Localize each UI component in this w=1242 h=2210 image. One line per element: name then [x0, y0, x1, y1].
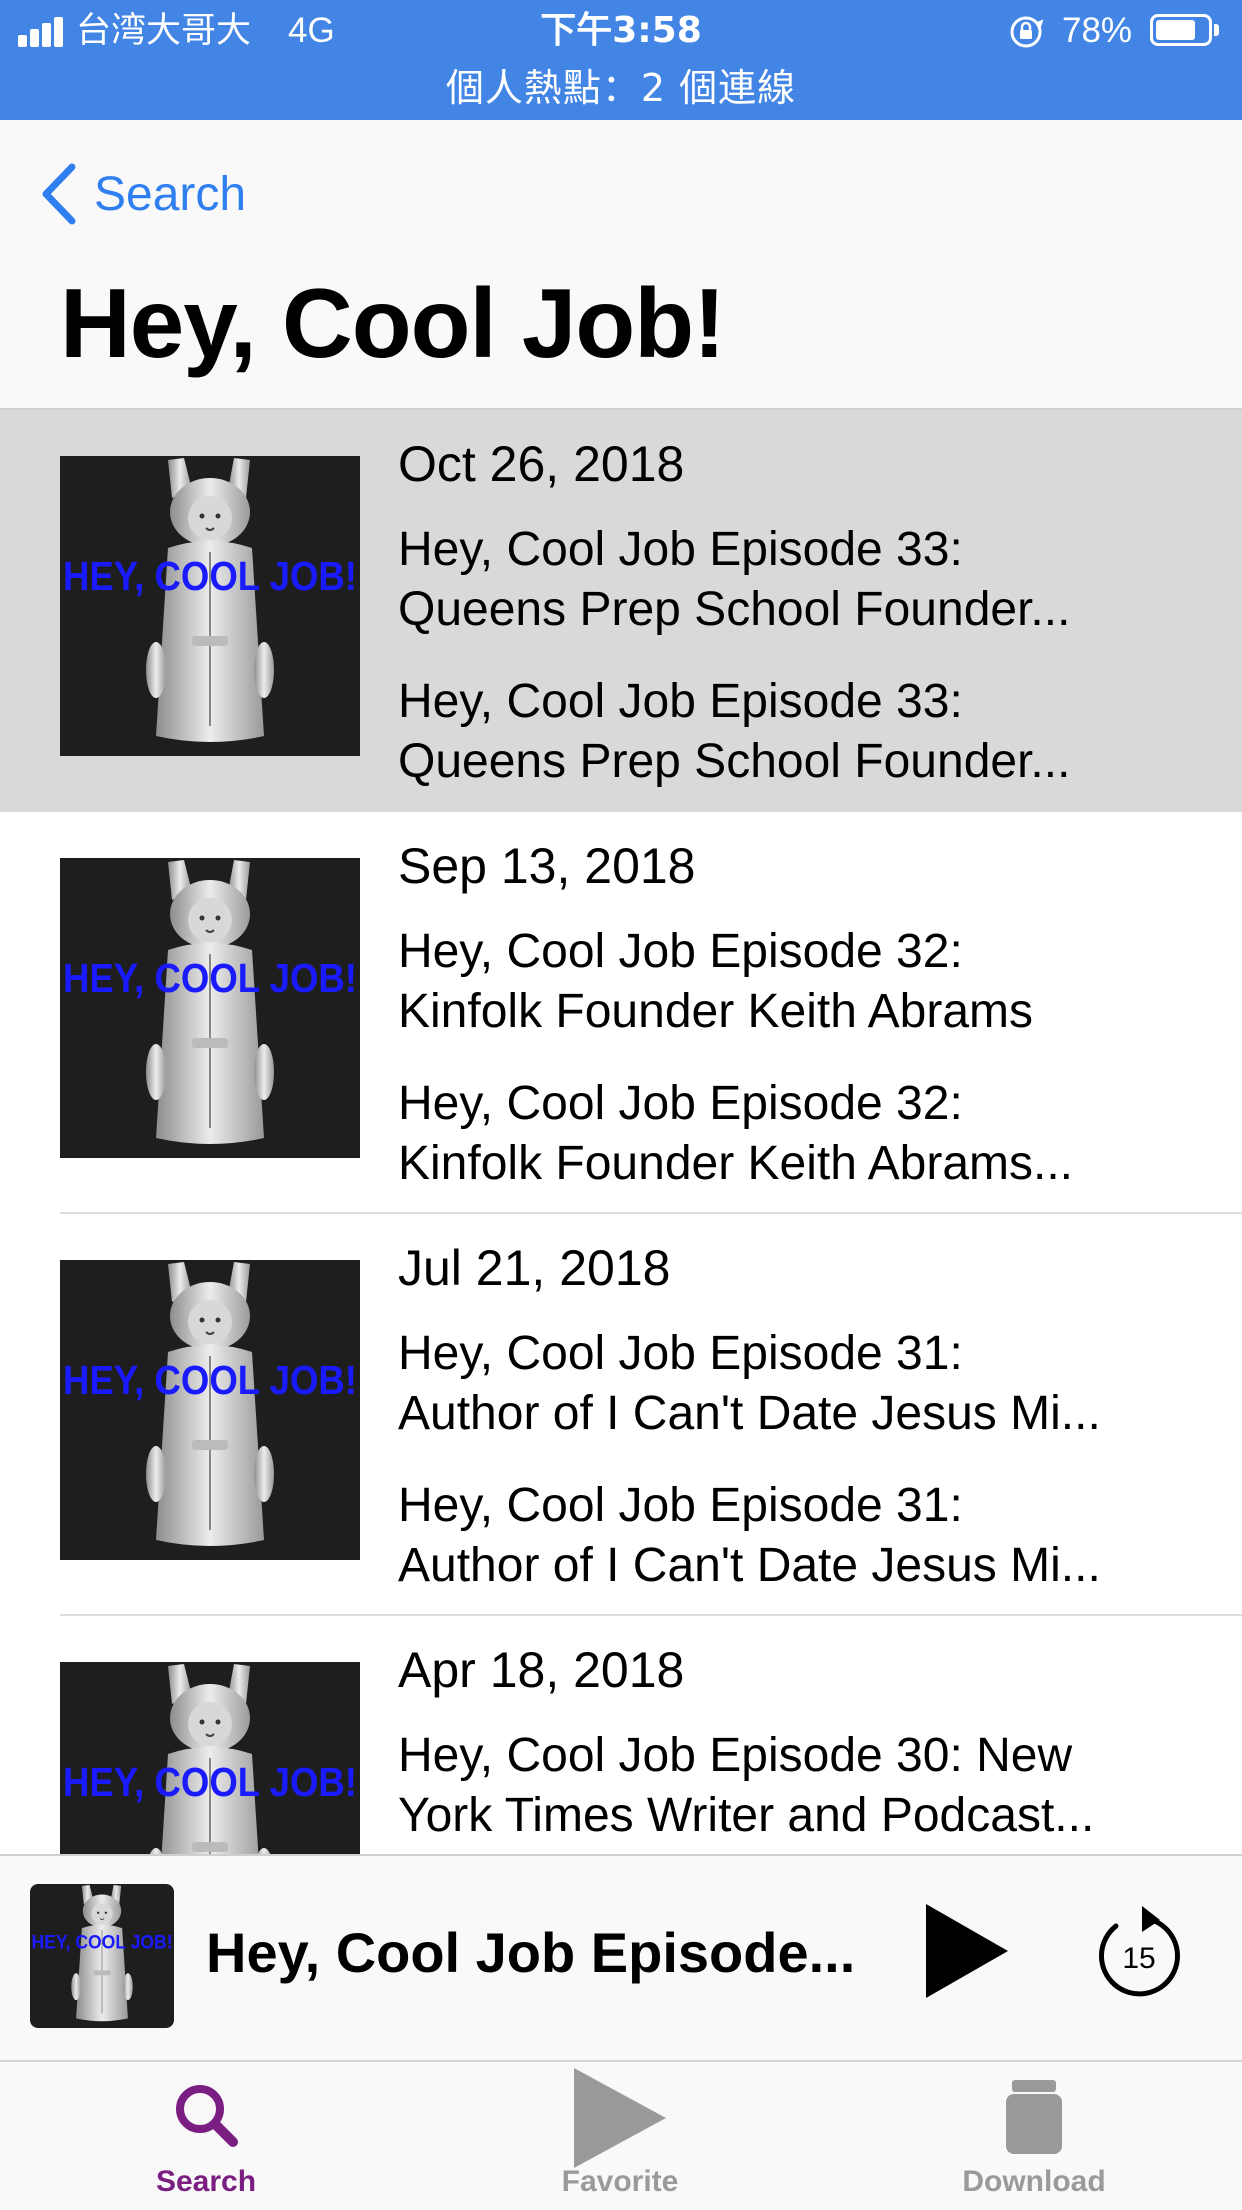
status-bar: 台湾大哥大 4G 下午3:58 78% 個人熱點：2 個連線 [0, 0, 1242, 120]
episode-artwork: HEY, COOL JOB! [60, 456, 360, 756]
status-time: 下午3:58 [540, 10, 702, 51]
episode-description-line: Hey, Cool Job Episode 31: [398, 1479, 963, 1532]
episode-artwork: HEY, COOL JOB! [60, 858, 360, 1158]
episode-artwork: HEY, COOL JOB! [60, 1260, 360, 1560]
episode-row[interactable]: HEY, COOL JOB! Oct 26, 2018 Hey, Cool Jo… [0, 410, 1242, 812]
episode-description-line: Hey, Cool Job Episode 33: [398, 675, 963, 728]
episode-row[interactable]: HEY, COOL JOB! Sep 13, 2018 Hey, Cool Jo… [0, 812, 1242, 1214]
episode-title-line: Author of I Can't Date Jesus Mi... [398, 1387, 1101, 1440]
svg-text:HEY, COOL JOB!: HEY, COOL JOB! [63, 1357, 357, 1403]
episode-row[interactable]: HEY, COOL JOB! Apr 18, 2018 Hey, Cool Jo… [0, 1616, 1242, 1854]
orientation-lock-icon [1010, 16, 1044, 48]
episode-title-line: Hey, Cool Job Episode 31: [398, 1327, 963, 1380]
mini-player-title[interactable]: Hey, Cool Job Episode... [206, 1918, 866, 1988]
episode-description: Hey, Cool Job Episode 31: Author of I Ca… [398, 1476, 1198, 1596]
tab-search[interactable]: Search [56, 2062, 356, 2210]
episode-title-line: Kinfolk Founder Keith Abrams [398, 985, 1033, 1038]
mini-player-artwork: HEY, COOL JOB! [30, 1884, 174, 2028]
episode-list[interactable]: HEY, COOL JOB! Oct 26, 2018 Hey, Cool Jo… [0, 410, 1242, 1854]
hotspot-banner[interactable]: 個人熱點：2 個連線 [0, 63, 1242, 113]
battery-icon [1150, 14, 1212, 46]
episode-description: Hey, Cool Job Episode 32: Kinfolk Founde… [398, 1074, 1198, 1194]
chevron-left-icon [42, 163, 76, 225]
episode-title-line: York Times Writer and Podcast... [398, 1789, 1095, 1842]
back-button-label: Search [94, 167, 247, 221]
episode-description: Hey, Cool Job Episode 33: Queens Prep Sc… [398, 672, 1198, 792]
episode-row[interactable]: HEY, COOL JOB! Jul 21, 2018 Hey, Cool Jo… [0, 1214, 1242, 1616]
episode-date: Oct 26, 2018 [398, 436, 685, 492]
battery-tip [1214, 24, 1219, 36]
navigation-bar: Search Hey, Cool Job! [0, 120, 1242, 410]
episode-date: Sep 13, 2018 [398, 838, 696, 894]
episode-title-line: Hey, Cool Job Episode 30: New [398, 1729, 1073, 1782]
episode-title: Hey, Cool Job Episode 31: Author of I Ca… [398, 1324, 1198, 1444]
episode-description-line: Hey, Cool Job Episode 32: [398, 1077, 963, 1130]
tab-download[interactable]: Download [884, 2062, 1184, 2210]
svg-text:HEY, COOL JOB!: HEY, COOL JOB! [63, 955, 357, 1001]
episode-description-line: Kinfolk Founder Keith Abrams... [398, 1137, 1073, 1190]
tab-download-label: Download [962, 2165, 1106, 2198]
mini-player[interactable]: HEY, COOL JOB! Hey, Cool Job Episode... … [0, 1854, 1242, 2062]
episode-title: Hey, Cool Job Episode 33: Queens Prep Sc… [398, 520, 1198, 640]
episode-title-line: Hey, Cool Job Episode 32: [398, 925, 963, 978]
svg-text:HEY, COOL JOB!: HEY, COOL JOB! [63, 553, 357, 599]
episode-title: Hey, Cool Job Episode 30: New York Times… [398, 1726, 1198, 1846]
play-icon[interactable] [918, 1896, 1018, 2006]
skip-seconds-label: 15 [1122, 1942, 1155, 1975]
episode-title-line: Hey, Cool Job Episode 33: [398, 523, 963, 576]
episode-date: Jul 21, 2018 [398, 1240, 671, 1296]
tab-favorite[interactable]: Favorite [470, 2062, 770, 2210]
play-triangle-icon [574, 2068, 666, 2168]
episode-artwork: HEY, COOL JOB! [60, 1662, 360, 1854]
tab-favorite-label: Favorite [561, 2165, 679, 2198]
svg-text:HEY, COOL JOB!: HEY, COOL JOB! [63, 1759, 357, 1805]
tab-search-label: Search [155, 2165, 257, 2198]
episode-date: Apr 18, 2018 [398, 1642, 685, 1698]
battery-percent: 78% [1062, 11, 1133, 50]
episode-description-line: Queens Prep School Founder... [398, 735, 1071, 788]
episode-description-line: Author of I Can't Date Jesus Mi... [398, 1539, 1101, 1592]
svg-text:HEY, COOL JOB!: HEY, COOL JOB! [31, 1931, 172, 1953]
episode-title: Hey, Cool Job Episode 32: Kinfolk Founde… [398, 922, 1198, 1042]
jar-icon [1006, 2080, 1062, 2154]
episode-title-line: Queens Prep School Founder... [398, 583, 1071, 636]
back-button[interactable]: Search [36, 156, 246, 232]
tab-bar: Search Favorite Download [0, 2060, 1242, 2210]
search-icon [176, 2085, 238, 2147]
page-title: Hey, Cool Job! [60, 268, 726, 378]
skip-forward-15-icon[interactable]: 15 [1094, 1896, 1184, 2006]
